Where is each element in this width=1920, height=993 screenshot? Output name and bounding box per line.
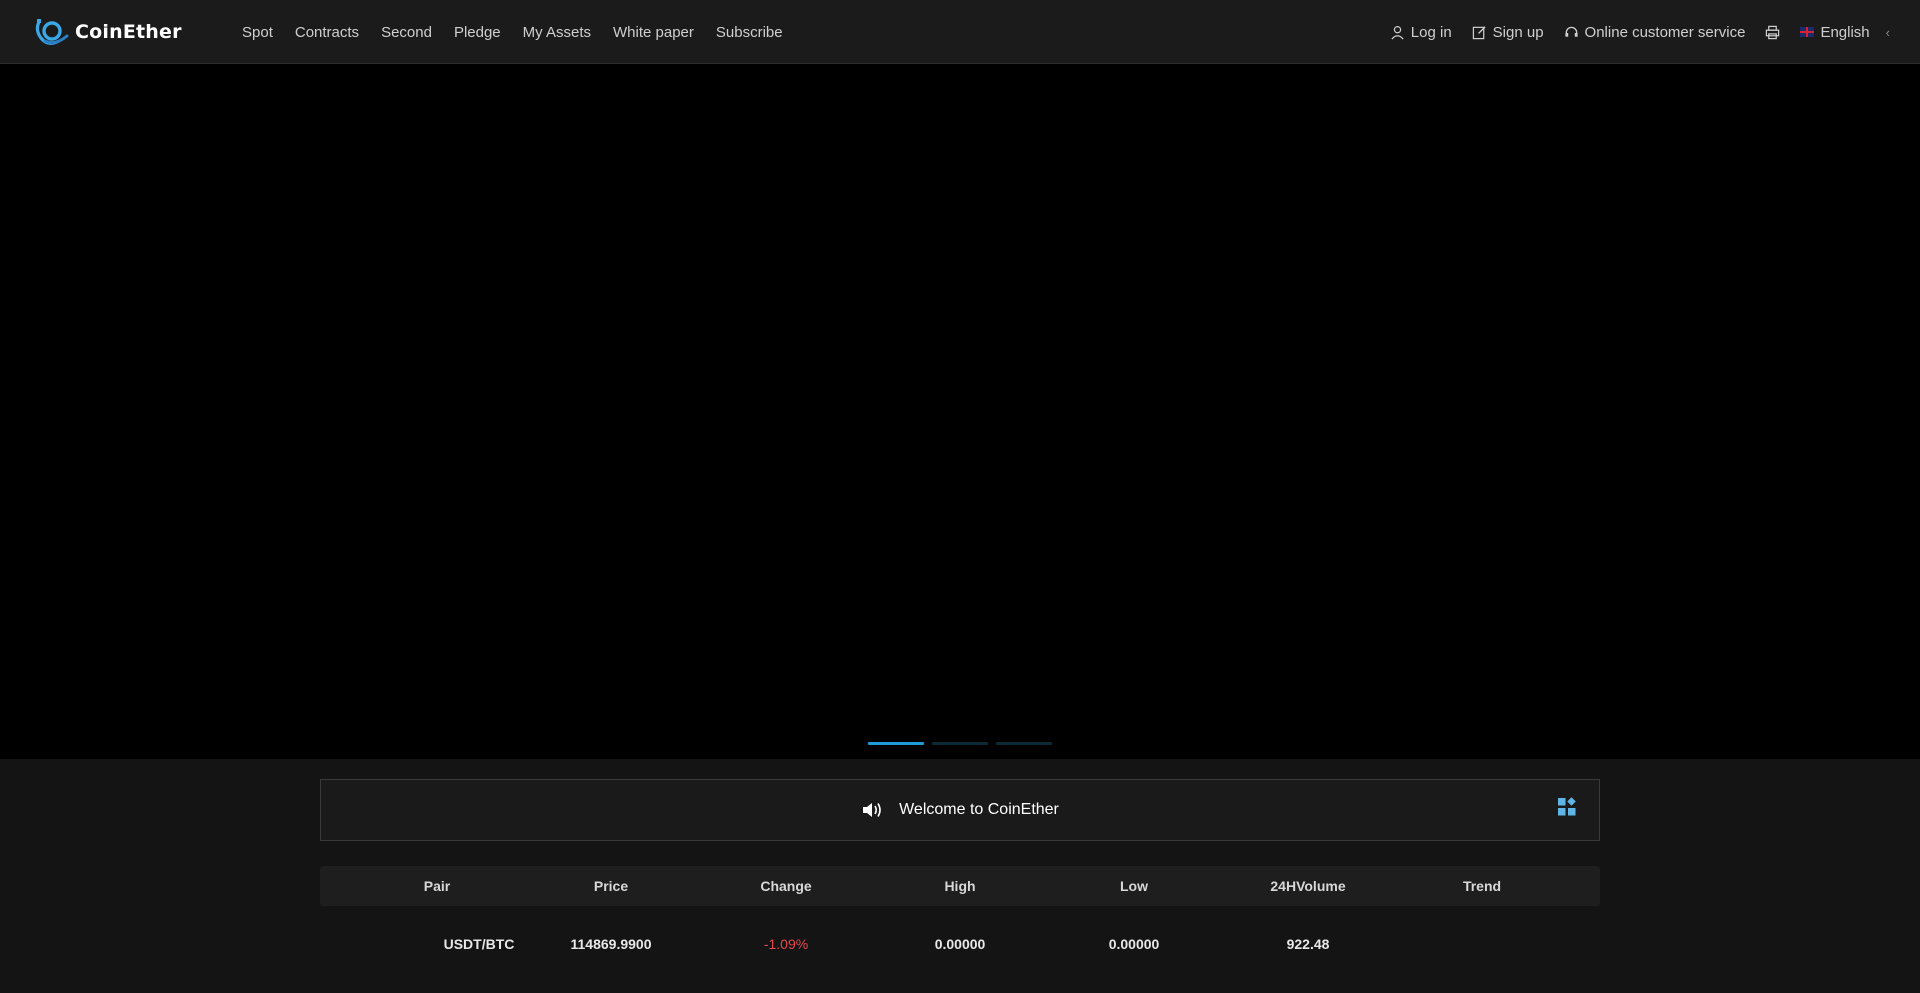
carousel-indicators [868, 742, 1052, 745]
carousel-dot-1[interactable] [868, 742, 924, 745]
main-nav: Spot Contracts Second Pledge My Assets W… [242, 0, 805, 64]
nav-subscribe[interactable]: Subscribe [716, 24, 783, 41]
language-selector[interactable]: English ‹ [1800, 24, 1890, 41]
carousel-dot-3[interactable] [996, 742, 1052, 745]
column-header-trend[interactable]: Trend [1463, 866, 1501, 906]
market-table-header: Pair Price Change High Low 24HVolume Tre… [320, 866, 1600, 906]
column-header-change[interactable]: Change [760, 866, 811, 906]
table-row[interactable]: USDT/BTC 114869.9900 -1.09% 0.00000 0.00… [320, 924, 1600, 964]
nav-pledge[interactable]: Pledge [454, 24, 501, 41]
headset-icon [1564, 26, 1578, 37]
top-navbar: CoinEther Spot Contracts Second Pledge M… [0, 0, 1920, 64]
announcement-text[interactable]: Welcome to CoinEther [899, 801, 1059, 819]
cell-high: 0.00000 [934, 936, 986, 952]
nav-my-assets[interactable]: My Assets [523, 24, 591, 41]
nav-spot[interactable]: Spot [242, 24, 273, 41]
carousel-dot-2[interactable] [932, 742, 988, 745]
nav-contracts[interactable]: Contracts [295, 24, 359, 41]
customer-service-link[interactable]: Online customer service [1564, 23, 1746, 41]
column-header-price[interactable]: Price [594, 866, 628, 906]
announcement-bar: Welcome to CoinEther [320, 779, 1600, 841]
user-icon [1391, 25, 1404, 39]
brand-name: CoinEther [75, 21, 182, 43]
login-label: Log in [1410, 23, 1452, 41]
cell-change: -1.09% [763, 936, 809, 952]
column-header-low[interactable]: Low [1120, 866, 1148, 906]
cell-volume: 922.48 [1286, 936, 1330, 952]
cell-low: 0.00000 [1108, 936, 1160, 952]
hero-banner-carousel[interactable] [0, 64, 1920, 759]
speaker-icon [863, 803, 881, 817]
login-link[interactable]: Log in [1390, 24, 1452, 41]
printer-icon [1766, 25, 1780, 39]
account-nav: Log in Sign up Online customer service E… [1370, 0, 1890, 64]
column-header-pair[interactable]: Pair [424, 866, 450, 906]
coin-ether-logo-icon [35, 19, 69, 45]
nav-white-paper[interactable]: White paper [613, 24, 694, 41]
app-download-button[interactable] [1765, 25, 1780, 40]
chevron-left-icon: ‹ [1885, 24, 1890, 40]
brand-logo[interactable]: CoinEther [33, 16, 182, 48]
customer-service-label: Online customer service [1584, 23, 1746, 41]
language-label: English [1820, 23, 1870, 41]
column-header-high[interactable]: High [944, 866, 975, 906]
cell-pair: USDT/BTC [443, 936, 515, 952]
signup-label: Sign up [1492, 23, 1544, 41]
uk-flag-icon [1800, 27, 1815, 37]
column-header-volume[interactable]: 24HVolume [1270, 866, 1345, 906]
apps-grid-icon[interactable] [1557, 797, 1577, 817]
nav-second[interactable]: Second [381, 24, 432, 41]
edit-icon [1472, 25, 1486, 39]
signup-link[interactable]: Sign up [1472, 24, 1544, 41]
cell-price: 114869.9900 [570, 936, 652, 952]
